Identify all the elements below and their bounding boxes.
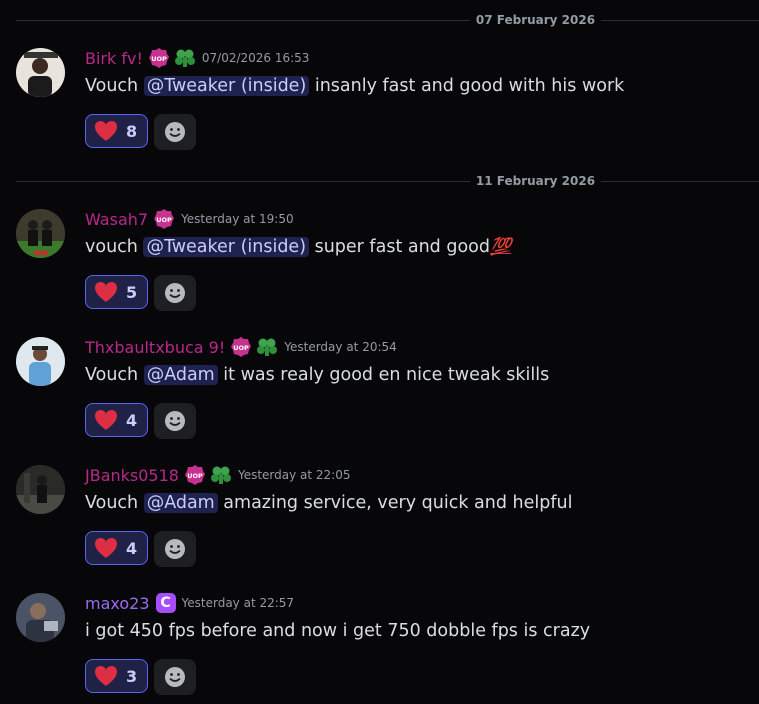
timestamp[interactable]: Yesterday at 19:50: [181, 212, 294, 226]
green-leaf-badge-icon[interactable]: [210, 464, 232, 486]
message-text: Vouch: [85, 493, 144, 513]
message-content: i got 450 fps before and now i get 750 d…: [85, 619, 590, 643]
green-leaf-badge-icon[interactable]: [256, 336, 278, 358]
message: Birk fv! UOP 07/02/2026 16:53 Vouch @Twe…: [0, 48, 759, 158]
svg-text:UOP: UOP: [151, 55, 167, 63]
message-text: insanly fast and good with his work: [309, 76, 625, 96]
message-content: Vouch @Adam amazing service, very quick …: [85, 491, 572, 515]
green-leaf-badge-icon[interactable]: [174, 47, 196, 69]
message-content: Vouch @Tweaker (inside) insanly fast and…: [85, 74, 624, 98]
message: Wasah7 UOP Yesterday at 19:50 vouch @Twe…: [0, 209, 759, 319]
reaction-count: 4: [126, 538, 138, 558]
add-reaction-button[interactable]: [154, 531, 197, 567]
username[interactable]: Birk fv!: [85, 49, 143, 68]
svg-text:UOP: UOP: [233, 344, 249, 352]
heart-reaction-button[interactable]: 4: [85, 531, 149, 565]
smiley-icon: [165, 411, 186, 431]
uop-badge-icon[interactable]: UOP: [230, 336, 252, 358]
svg-text:UOP: UOP: [156, 216, 172, 224]
add-reaction-button[interactable]: [154, 114, 197, 150]
heart-icon: [95, 666, 117, 686]
timestamp[interactable]: Yesterday at 22:57: [182, 596, 295, 610]
message-text: it was realy good en nice tweak skills: [217, 365, 550, 385]
timestamp[interactable]: Yesterday at 20:54: [284, 340, 397, 354]
heart-reaction-button[interactable]: 4: [85, 403, 149, 437]
svg-text:UOP: UOP: [187, 472, 203, 480]
smiley-icon: [165, 667, 186, 687]
user-mention[interactable]: @Adam: [143, 365, 218, 385]
reaction-count: 4: [126, 410, 138, 430]
message-text: super fast and good: [309, 237, 490, 257]
message-text: vouch: [85, 237, 144, 257]
heart-icon: [95, 282, 117, 302]
heart-icon: [95, 121, 117, 141]
message: maxo23 C Yesterday at 22:57 i got 450 fp…: [0, 593, 759, 703]
message-text: amazing service, very quick and helpful: [217, 493, 573, 513]
date-divider-label: 11 February 2026: [469, 174, 602, 188]
message-text: Vouch: [85, 365, 144, 385]
uop-badge-icon[interactable]: UOP: [184, 464, 206, 486]
heart-icon: [95, 538, 117, 558]
avatar[interactable]: [16, 337, 65, 386]
timestamp[interactable]: Yesterday at 22:05: [238, 468, 351, 482]
heart-icon: [95, 410, 117, 430]
reaction-count: 3: [126, 666, 138, 686]
avatar[interactable]: [16, 465, 65, 514]
user-mention[interactable]: @Tweaker (inside): [143, 237, 310, 257]
uop-badge-icon[interactable]: UOP: [148, 47, 170, 69]
message-text: Vouch: [85, 76, 144, 96]
username[interactable]: Wasah7: [85, 210, 148, 229]
reaction-count: 5: [126, 282, 138, 302]
user-mention[interactable]: @Tweaker (inside): [143, 76, 310, 96]
username[interactable]: JBanks0518: [85, 466, 179, 485]
hundred-points-emoji-icon: 💯: [489, 237, 512, 257]
username[interactable]: Thxbaultxbuca 9!: [85, 338, 225, 357]
avatar[interactable]: [16, 209, 65, 258]
avatar[interactable]: [16, 593, 65, 642]
message-content: vouch @Tweaker (inside) super fast and g…: [85, 235, 511, 259]
smiley-icon: [165, 122, 186, 142]
heart-reaction-button[interactable]: 8: [85, 114, 149, 148]
heart-reaction-button[interactable]: 5: [85, 275, 149, 309]
message-text: i got 450 fps before and now i get 750 d…: [85, 621, 591, 641]
add-reaction-button[interactable]: [154, 275, 197, 311]
add-reaction-button[interactable]: [154, 659, 197, 695]
smiley-icon: [165, 283, 186, 303]
timestamp[interactable]: 07/02/2026 16:53: [202, 51, 310, 65]
uop-badge-icon[interactable]: UOP: [153, 208, 175, 230]
avatar[interactable]: [16, 48, 65, 97]
message-content: Vouch @Adam it was realy good en nice tw…: [85, 363, 549, 387]
date-divider-label: 07 February 2026: [469, 13, 602, 27]
date-divider: 11 February 2026: [16, 174, 759, 188]
reaction-count: 8: [126, 121, 138, 141]
c-badge-icon[interactable]: C: [155, 593, 176, 613]
username[interactable]: maxo23: [85, 594, 150, 613]
user-mention[interactable]: @Adam: [143, 493, 218, 513]
add-reaction-button[interactable]: [154, 403, 197, 439]
heart-reaction-button[interactable]: 3: [85, 659, 149, 693]
message: Thxbaultxbuca 9! UOP Yesterday at 20:54 …: [0, 337, 759, 447]
smiley-icon: [165, 539, 186, 559]
date-divider: 07 February 2026: [16, 13, 759, 27]
message: JBanks0518 UOP Yesterday at 22:05 Vouch …: [0, 465, 759, 575]
